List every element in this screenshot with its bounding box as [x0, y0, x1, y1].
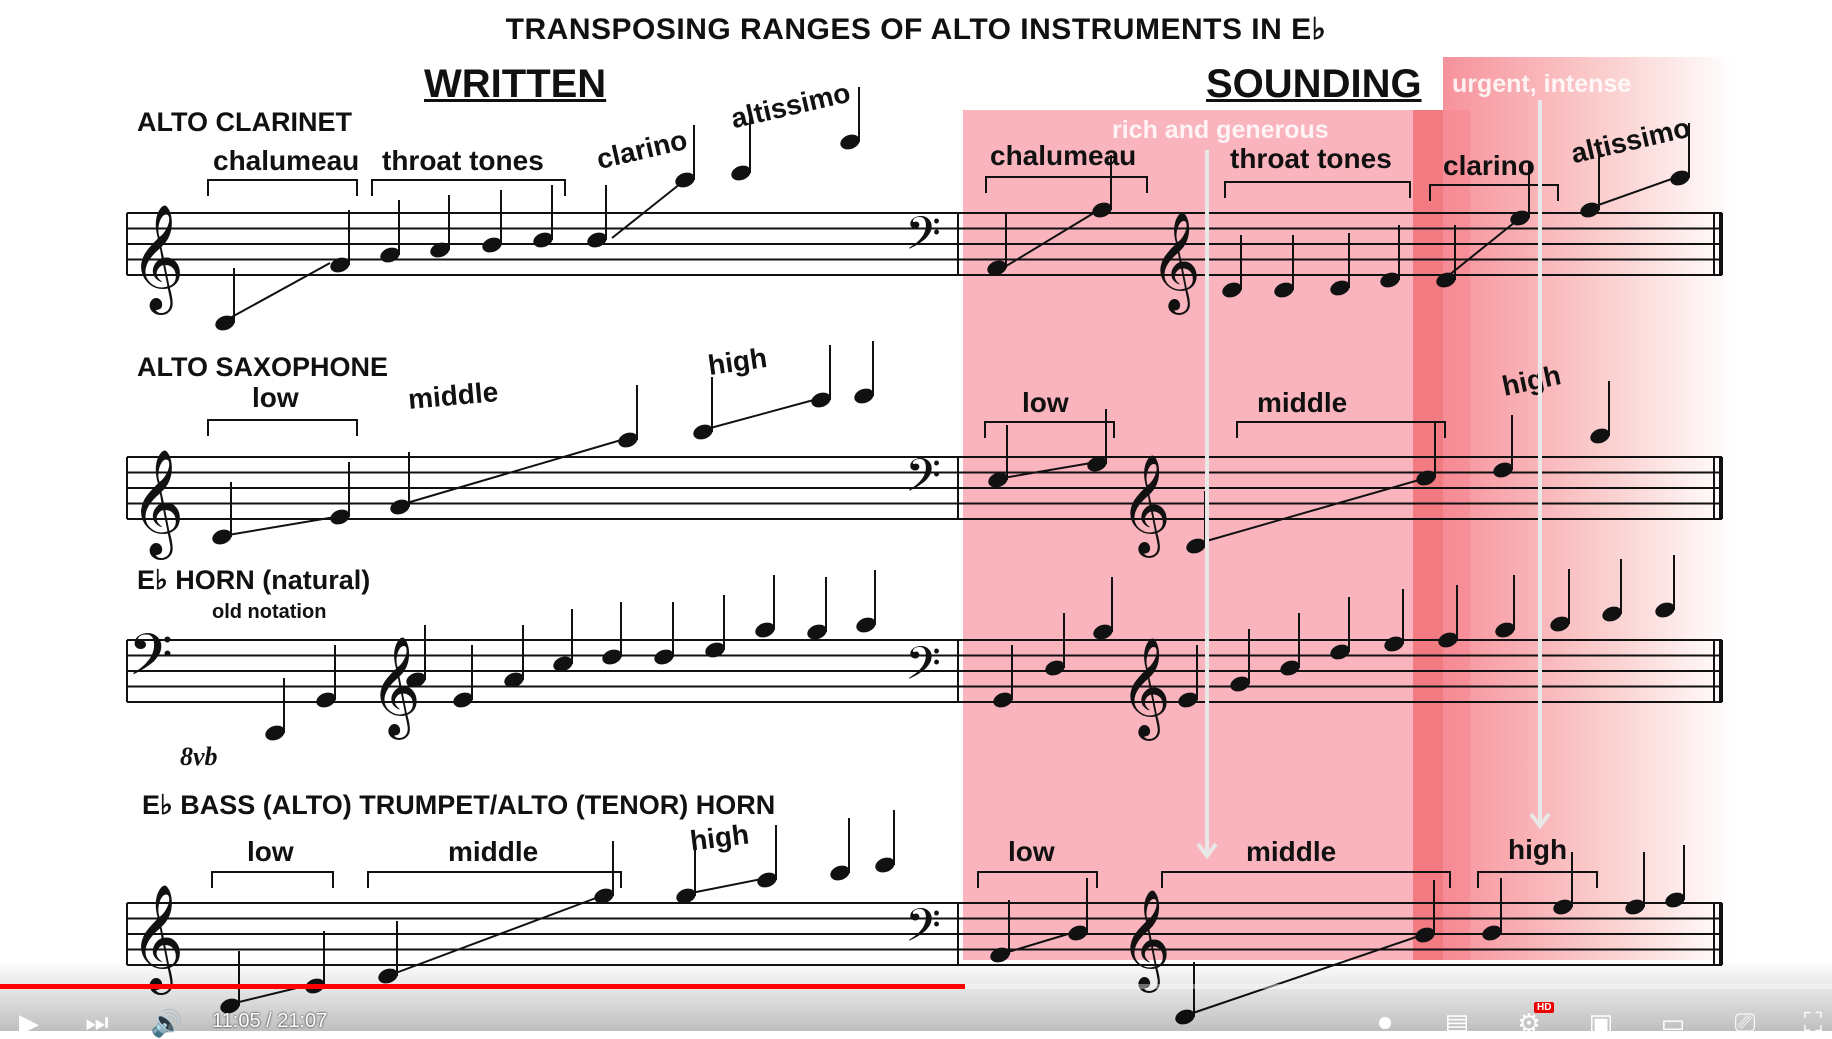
time-display: 11:05 / 21:07: [212, 1010, 328, 1032]
clef: 𝄞: [130, 203, 184, 315]
register-bracket: [1477, 871, 1598, 888]
cast-icon[interactable]: ⎚: [1728, 1007, 1762, 1038]
range-line: [1002, 461, 1098, 479]
miniplayer-icon[interactable]: ▣: [1584, 1008, 1618, 1038]
register-bracket: [984, 421, 1115, 438]
fullscreen-icon[interactable]: ⛶: [1796, 1007, 1830, 1038]
register-bracket: [1161, 871, 1451, 888]
clef: 𝄞: [1150, 211, 1201, 315]
register-bracket: [977, 871, 1098, 888]
range-line: [702, 397, 822, 431]
register-bracket: [985, 176, 1148, 193]
score-drawing: 𝄞𝄞𝄞𝄢𝄢𝄢𝄢𝄢𝄞𝄞𝄞𝄞𝄞: [126, 87, 1723, 1025]
autoplay-icon[interactable]: ⏺: [1360, 1007, 1410, 1038]
progress-fill[interactable]: [0, 984, 966, 989]
register-bracket: [367, 871, 622, 888]
next-icon[interactable]: ⏭: [80, 1007, 114, 1038]
range-line: [229, 262, 331, 319]
clef: 𝄢: [128, 621, 173, 703]
theater-icon[interactable]: ▭: [1656, 1008, 1690, 1038]
hd-badge: HD: [1534, 1002, 1555, 1013]
clef: 𝄢: [905, 637, 941, 702]
clef: 𝄢: [905, 207, 941, 272]
clef: 𝄢: [905, 899, 941, 964]
register-bracket: [1236, 421, 1446, 438]
register-bracket: [211, 871, 334, 888]
play-icon[interactable]: ▶: [12, 1008, 46, 1038]
clef: 𝄞: [1120, 637, 1171, 741]
register-bracket: [207, 419, 358, 436]
subtitles-icon[interactable]: ▤: [1440, 1008, 1474, 1038]
clef: 𝄞: [1120, 454, 1171, 558]
register-bracket: [207, 179, 358, 196]
volume-icon[interactable]: 🔊: [150, 1008, 184, 1038]
range-line: [1589, 175, 1681, 209]
clef: 𝄞: [130, 448, 184, 560]
clef: 𝄞: [370, 636, 421, 740]
range-line: [685, 877, 768, 895]
register-bracket: [1224, 181, 1411, 198]
register-bracket: [371, 179, 566, 196]
clef: 𝄢: [905, 449, 941, 514]
